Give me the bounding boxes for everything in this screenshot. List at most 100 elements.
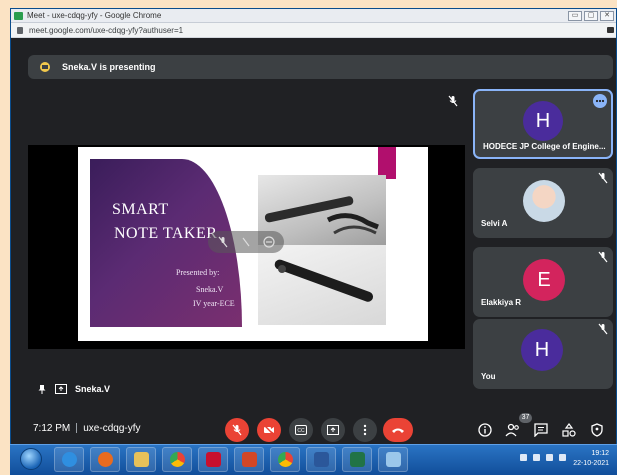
hang-up-icon — [392, 428, 404, 433]
presenting-text: Sneka.V is presenting — [62, 62, 156, 72]
chat-icon — [534, 423, 548, 437]
avatar: E — [523, 259, 565, 301]
excel-icon — [349, 452, 365, 467]
people-button[interactable] — [505, 422, 521, 438]
current-time: 7:12 PM — [33, 423, 71, 434]
present-screen-icon — [327, 425, 339, 435]
participant-tile-elakkiya[interactable]: E Elakkiya R — [473, 247, 613, 317]
leave-call-button[interactable] — [383, 418, 413, 442]
taskbar-excel[interactable] — [342, 447, 372, 472]
divider — [76, 423, 78, 434]
camera-toggle-button[interactable] — [257, 418, 281, 442]
participant-tile-hodece[interactable]: H HODECE JP College of Engine... — [473, 89, 613, 159]
clock-date: 22-10-2021 — [573, 460, 609, 467]
window-titlebar: Meet - uxe-cdqg-yfy - Google Chrome ▭ ▢ … — [11, 9, 616, 23]
meet-app-icon — [14, 12, 23, 20]
presentation-slide: SMART NOTE TAKER Presented by: Sneka.V I… — [78, 147, 428, 341]
minimize-button[interactable]: ▭ — [568, 11, 582, 21]
shield-icon — [591, 423, 603, 437]
window-controls: ▭ ▢ ✕ — [568, 11, 614, 21]
signal-icon[interactable] — [559, 454, 566, 461]
internet-explorer-icon — [61, 452, 77, 467]
slide-presenter-class: IV year-ECE — [193, 299, 235, 308]
address-bar[interactable]: meet.google.com/uxe-cdqg-yfy?authuser=1 — [11, 23, 616, 38]
meeting-details-button[interactable] — [477, 422, 493, 438]
camera-indicator-icon[interactable] — [607, 27, 614, 33]
taskbar-acrobat[interactable] — [198, 447, 228, 472]
network-icon[interactable] — [546, 454, 553, 461]
url-text[interactable]: meet.google.com/uxe-cdqg-yfy?authuser=1 — [29, 26, 183, 35]
presenting-banner: Sneka.V is presenting — [28, 55, 613, 79]
slide-title-line1: SMART — [112, 201, 169, 218]
start-button[interactable] — [20, 448, 42, 470]
mic-toggle-button[interactable] — [225, 418, 249, 442]
taskbar-chrome[interactable] — [162, 447, 192, 472]
tray-arrow-icon[interactable] — [520, 454, 527, 461]
captions-button[interactable]: CC — [289, 418, 313, 442]
host-controls-button[interactable] — [589, 422, 605, 438]
taskbar-chrome-active[interactable] — [270, 447, 300, 472]
participant-name: HODECE JP College of Engine... — [483, 142, 606, 151]
more-vert-icon — [363, 424, 367, 436]
info-icon — [478, 423, 492, 437]
activities-icon — [562, 423, 576, 437]
pdf-icon — [205, 452, 221, 467]
svg-text:CC: CC — [297, 428, 305, 434]
taskbar-firefox[interactable] — [90, 447, 120, 472]
pen-closeup-illustration — [274, 259, 374, 302]
presenter-badge-icon — [40, 62, 50, 72]
avatar — [523, 180, 565, 222]
powerpoint-icon — [241, 452, 257, 467]
participant-tile-selvi[interactable]: Selvi A — [473, 168, 613, 238]
more-options-button[interactable] — [353, 418, 377, 442]
avatar: H — [521, 329, 563, 371]
window-title: Meet - uxe-cdqg-yfy - Google Chrome — [27, 11, 162, 20]
taskbar-powerpoint[interactable] — [234, 447, 264, 472]
pin-icon[interactable] — [240, 236, 252, 248]
close-window-button[interactable]: ✕ — [600, 11, 614, 21]
self-view-tile[interactable]: H You — [473, 319, 613, 389]
remove-icon[interactable] — [263, 236, 275, 248]
windows-taskbar: 19:12 22-10-2021 — [10, 444, 617, 475]
slide-title-line2: NOTE TAKER — [114, 225, 218, 242]
chrome-icon — [277, 452, 293, 467]
chat-button[interactable] — [533, 422, 549, 438]
mic-off-icon — [598, 323, 608, 335]
more-options-icon[interactable] — [593, 94, 607, 108]
present-now-button[interactable] — [321, 418, 345, 442]
taskbar-ie[interactable] — [54, 447, 84, 472]
paint-icon — [385, 452, 401, 467]
mute-icon[interactable] — [217, 236, 229, 248]
camera-off-icon — [263, 424, 275, 436]
avatar: H — [523, 101, 563, 141]
system-clock[interactable]: 19:12 22-10-2021 — [573, 449, 609, 469]
participant-name: Selvi A — [481, 219, 508, 228]
chrome-icon — [169, 452, 185, 467]
pin-overlay[interactable] — [208, 231, 284, 253]
pin-icon[interactable] — [37, 384, 47, 394]
stage-presenter-label: Sneka.V — [37, 384, 110, 394]
taskbar-paint[interactable] — [378, 447, 408, 472]
people-icon — [505, 423, 519, 437]
word-icon — [313, 452, 329, 467]
taskbar-word[interactable] — [306, 447, 336, 472]
mic-off-icon — [598, 251, 608, 263]
clock-time: 19:12 — [591, 450, 609, 457]
folder-icon — [133, 452, 149, 467]
slide-presenter-name: Sneka.V — [196, 285, 224, 294]
smart-pen-closeup-photo — [258, 245, 386, 325]
lock-icon — [17, 27, 23, 34]
mic-off-icon — [448, 95, 458, 107]
flag-icon[interactable] — [533, 454, 540, 461]
stage-presenter-name: Sneka.V — [75, 384, 111, 394]
mic-off-icon — [232, 424, 242, 436]
slide-presented-by: Presented by: — [176, 268, 220, 277]
meeting-info: 7:12 PM uxe-cdqg-yfy — [33, 423, 141, 434]
mic-off-icon — [598, 172, 608, 184]
presentation-stage[interactable]: SMART NOTE TAKER Presented by: Sneka.V I… — [28, 145, 465, 349]
taskbar-explorer[interactable] — [126, 447, 156, 472]
activities-button[interactable] — [561, 422, 577, 438]
present-screen-icon — [55, 384, 67, 394]
participant-name: You — [481, 372, 496, 381]
maximize-button[interactable]: ▢ — [584, 11, 598, 21]
